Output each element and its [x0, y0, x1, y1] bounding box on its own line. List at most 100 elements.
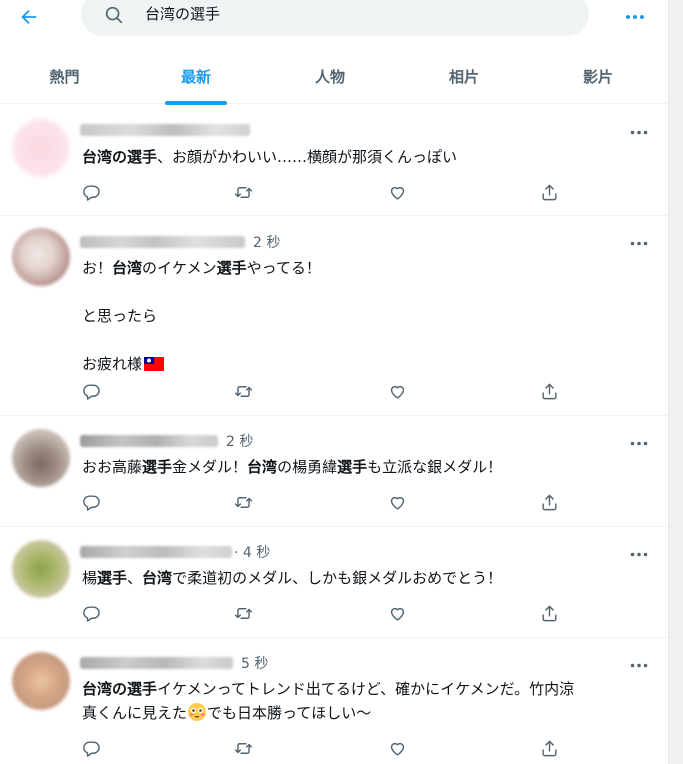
tweet-more-button[interactable]	[628, 433, 650, 453]
tweet-header	[80, 120, 250, 140]
reply-icon	[82, 740, 100, 757]
tweet[interactable]: 2 秒 お！台湾のイケメン選手やってる！ と思ったら お疲れ様	[0, 216, 668, 416]
tab-latest[interactable]: 最新	[129, 48, 263, 105]
heart-icon	[390, 607, 404, 621]
reply-button[interactable]	[80, 737, 102, 759]
share-button[interactable]	[538, 737, 560, 759]
tab-label: 最新	[180, 67, 211, 86]
search-tabs: 熱門 最新 人物 相片 影片	[0, 48, 668, 105]
tab-label: 人物	[314, 67, 345, 86]
avatar[interactable]	[12, 652, 70, 710]
more-dots-icon	[630, 130, 648, 134]
search-icon	[105, 6, 123, 24]
more-options-button[interactable]	[620, 4, 650, 30]
reply-button[interactable]	[80, 181, 102, 203]
tweet-header: 5 秒	[80, 653, 268, 673]
avatar[interactable]	[12, 429, 70, 487]
tweet-time[interactable]: 2 秒	[226, 431, 253, 451]
retweet-icon	[234, 186, 252, 198]
retweet-button[interactable]	[232, 181, 254, 203]
tab-people[interactable]: 人物	[263, 48, 397, 104]
tweet-line: お疲れ様	[82, 355, 143, 373]
tweet[interactable]: 5 秒 台湾の選手イケメンってトレンド出てるけど、確かにイケメンだ。竹内涼 真く…	[0, 638, 668, 764]
share-icon	[541, 383, 557, 399]
tab-top[interactable]: 熱門	[0, 48, 129, 104]
blurred-username	[80, 236, 245, 248]
reply-button[interactable]	[80, 491, 102, 513]
reply-button[interactable]	[80, 380, 102, 402]
share-icon	[541, 605, 557, 621]
retweet-button[interactable]	[232, 737, 254, 759]
tweet[interactable]: 2 秒 おお高藤選手金メダル！台湾の楊勇緯選手も立派な銀メダル！	[0, 416, 668, 527]
tab-videos[interactable]: 影片	[531, 48, 665, 104]
retweet-icon	[234, 385, 252, 397]
heart-icon	[390, 385, 404, 399]
retweet-icon	[234, 496, 252, 508]
tweet-feed: 台湾の選手、お顔がかわいい……横顔が那須くんっぽい 2 秒 お！台湾のイケメン選…	[0, 105, 668, 764]
vertical-scrollbar[interactable]	[668, 0, 683, 764]
like-button[interactable]	[386, 181, 408, 203]
like-button[interactable]	[386, 737, 408, 759]
tab-label: 熱門	[49, 67, 80, 86]
tweet-line: 台湾の選手、お顔がかわいい……横顔が那須くんっぽい	[82, 148, 458, 166]
tab-label: 影片	[582, 67, 613, 86]
avatar[interactable]	[12, 119, 70, 177]
tweet-header: · 4 秒	[80, 542, 270, 562]
tweet-more-button[interactable]	[628, 122, 650, 142]
tab-label: 相片	[448, 67, 479, 86]
blurred-username	[80, 546, 232, 558]
tweet-header: 2 秒	[80, 431, 253, 451]
tweet-text: 台湾の選手イケメンってトレンド出てるけど、確かにイケメンだ。竹内涼 真くんに見え…	[82, 677, 648, 725]
like-button[interactable]	[386, 491, 408, 513]
blurred-username	[80, 657, 233, 669]
share-button[interactable]	[538, 181, 560, 203]
blurred-username	[80, 124, 250, 136]
avatar[interactable]	[12, 540, 70, 598]
like-button[interactable]	[386, 602, 408, 624]
search-query: 台湾の選手	[145, 5, 221, 23]
back-arrow-icon	[21, 9, 37, 25]
more-dots-icon	[630, 552, 648, 556]
flushed-face-emoji	[188, 703, 207, 721]
tweet-actions	[80, 181, 560, 203]
tweet[interactable]: 台湾の選手、お顔がかわいい……横顔が那須くんっぽい	[0, 105, 668, 216]
reply-button[interactable]	[80, 602, 102, 624]
retweet-icon	[234, 742, 252, 754]
blurred-username	[80, 435, 218, 447]
tweet-line: と思ったら	[82, 307, 158, 325]
heart-icon	[390, 496, 404, 510]
tweet-line: 台湾の選手イケメンってトレンド出てるけど、確かにイケメンだ。竹内涼	[82, 680, 575, 698]
tweet-text: 楊選手、台湾で柔道初のメダル、しかも銀メダルおめでとう！	[82, 566, 648, 590]
search-input[interactable]: 台湾の選手	[81, 0, 589, 36]
tweet-more-button[interactable]	[628, 655, 650, 675]
tweet-line: おお高藤選手金メダル！台湾の楊勇緯選手も立派な銀メダル！	[82, 458, 503, 476]
tweet-line: お！台湾のイケメン選手やってる！	[82, 259, 321, 277]
avatar[interactable]	[12, 228, 70, 286]
back-button[interactable]	[14, 2, 44, 32]
tweet-actions	[80, 737, 560, 759]
more-dots-icon	[626, 15, 644, 19]
tweet-time[interactable]: 2 秒	[253, 232, 280, 252]
share-button[interactable]	[538, 491, 560, 513]
taiwan-flag-emoji	[144, 357, 165, 371]
tweet-time[interactable]: · 4 秒	[234, 542, 270, 562]
tweet-actions	[80, 380, 560, 402]
heart-icon	[390, 742, 404, 756]
like-button[interactable]	[386, 380, 408, 402]
tweet-more-button[interactable]	[628, 544, 650, 564]
share-button[interactable]	[538, 602, 560, 624]
twitter-search-page: 台湾の選手 熱門 最新 人物 相片 影片 台湾の選手、お顔がかわいい……横顔が那…	[0, 0, 668, 764]
share-icon	[541, 184, 557, 200]
tweet[interactable]: · 4 秒 楊選手、台湾で柔道初のメダル、しかも銀メダルおめでとう！	[0, 527, 668, 638]
share-button[interactable]	[538, 380, 560, 402]
reply-icon	[82, 383, 100, 400]
tweet-line: 楊選手、台湾で柔道初のメダル、しかも銀メダルおめでとう！	[82, 569, 503, 587]
retweet-button[interactable]	[232, 491, 254, 513]
tweet-line: 真くんに見えた	[82, 704, 188, 722]
tweet-time[interactable]: 5 秒	[241, 653, 268, 673]
tweet-more-button[interactable]	[628, 233, 650, 253]
tab-photos[interactable]: 相片	[397, 48, 531, 104]
retweet-button[interactable]	[232, 380, 254, 402]
retweet-button[interactable]	[232, 602, 254, 624]
tweet-text: お！台湾のイケメン選手やってる！ と思ったら お疲れ様	[82, 256, 648, 376]
